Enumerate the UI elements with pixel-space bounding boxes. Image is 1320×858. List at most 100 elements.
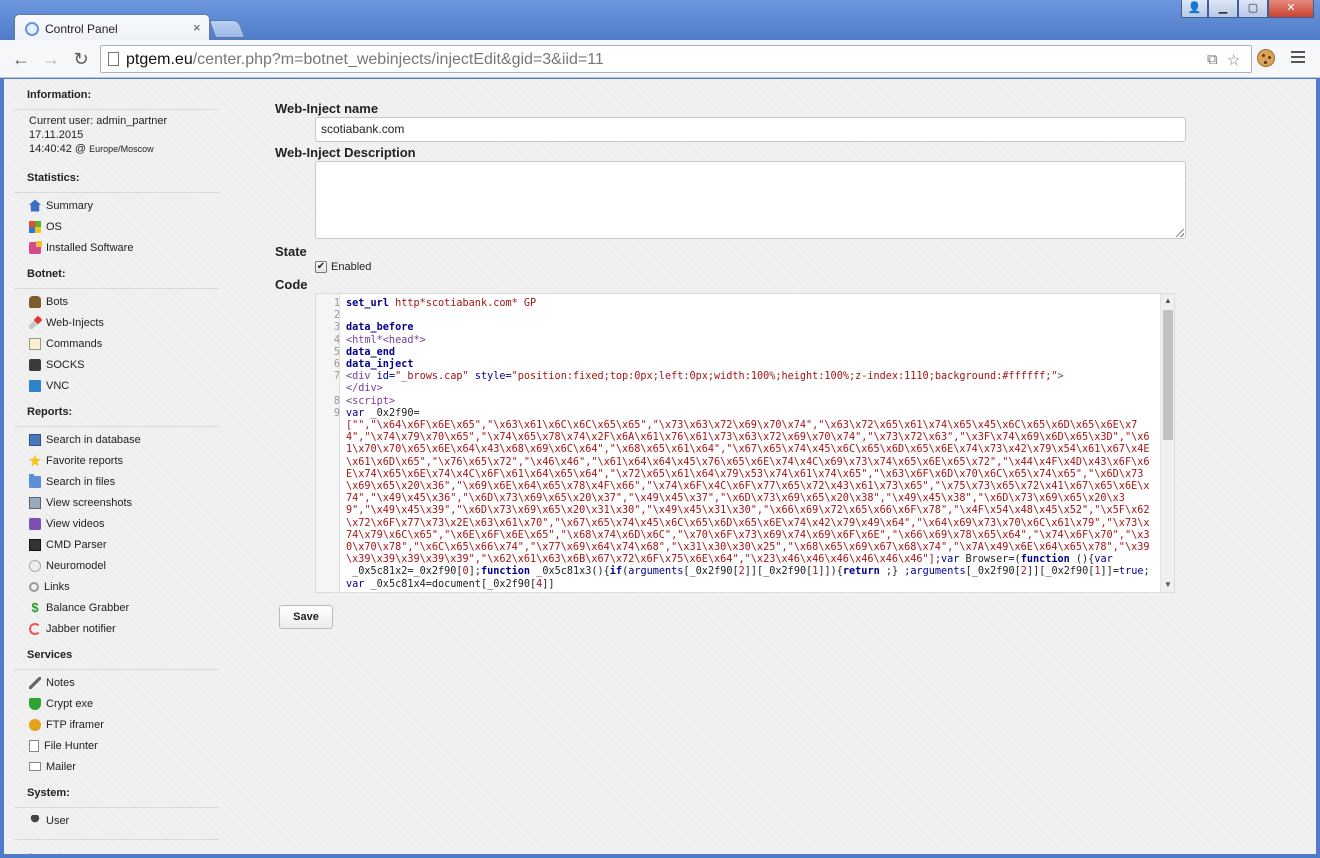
web-inject-description-label: Web-Inject Description <box>275 145 416 160</box>
code-token: var <box>346 407 365 419</box>
sidebar-item-label: Neuromodel <box>46 559 106 572</box>
back-arrow-icon[interactable]: ← <box>10 48 32 70</box>
sidebar-item-neuromodel[interactable]: Neuromodel <box>14 555 219 576</box>
sidebar-item-view-screenshots[interactable]: View screenshots <box>14 492 219 513</box>
section-title-information: Information: <box>14 79 219 110</box>
sidebar-item-label: Links <box>44 580 70 593</box>
code-token: if <box>609 566 623 578</box>
code-token: ]] <box>542 578 555 590</box>
code-token: ;} ; <box>879 566 911 578</box>
sidebar-item-socks[interactable]: SOCKS <box>14 354 219 375</box>
neuromodel-icon <box>29 559 41 572</box>
scrollbar-thumb[interactable] <box>1163 310 1173 440</box>
code-token: function <box>1020 554 1070 566</box>
sidebar-item-label: Search in database <box>46 433 141 446</box>
resize-grip-icon[interactable] <box>1176 229 1184 237</box>
sidebar-item-ftp-iframer[interactable]: FTP iframer <box>14 714 219 735</box>
code-token: (){ <box>1069 554 1095 566</box>
scroll-down-arrow-icon[interactable]: ▼ <box>1161 578 1174 592</box>
sidebar-item-os[interactable]: OS <box>14 216 219 237</box>
code-token: </div> <box>346 383 383 395</box>
code-scrollbar[interactable]: ▲ ▼ <box>1160 294 1174 592</box>
browser-tab[interactable]: Control Panel × <box>14 14 210 42</box>
sidebar-item-label: Commands <box>46 337 103 350</box>
code-area[interactable]: 1 set_url http*scotiabank.com* GP 2 3 data… <box>334 298 1152 591</box>
sidebar-item-commands[interactable]: Commands <box>14 333 219 354</box>
sidebar-item-favorite-reports[interactable]: Favorite reports <box>14 450 219 471</box>
code-line: 6 data_inject <box>334 359 1152 371</box>
section-title-statistics: Statistics: <box>14 162 219 193</box>
code-token: set_url <box>346 298 389 309</box>
sidebar-item-search-database[interactable]: Search in database <box>14 429 219 450</box>
ftp-icon <box>29 718 41 731</box>
sidebar-item-user[interactable]: User <box>14 810 219 831</box>
folder-icon <box>29 473 41 488</box>
web-inject-description-textarea[interactable] <box>315 161 1186 239</box>
sidebar-item-web-injects[interactable]: Web-Injects <box>14 312 219 333</box>
scroll-up-arrow-icon[interactable]: ▲ <box>1161 294 1174 308</box>
code-line: 9 var _0x2f90= ["","\x64\x6F\x6E\x65","\x6… <box>334 407 1152 591</box>
mail-icon <box>29 762 41 771</box>
cookie-extension-icon[interactable] <box>1257 49 1275 67</box>
minimize-button[interactable]: ▁ <box>1208 0 1238 18</box>
browser-titlebar: Control Panel × 👤 ▁ ▢ ✕ <box>0 0 1320 42</box>
new-tab-button[interactable] <box>208 20 246 38</box>
chrome-menu-icon[interactable] <box>1291 51 1305 65</box>
sidebar-item-cmd-parser[interactable]: CMD Parser <box>14 534 219 555</box>
url-text[interactable]: ptgem.eu/center.php?m=botnet_webinjects/… <box>126 51 604 69</box>
maximize-button[interactable]: ▢ <box>1238 0 1268 18</box>
code-token: data_before <box>346 322 414 334</box>
file-icon <box>29 739 39 752</box>
translate-icon[interactable]: ⧉ <box>1207 51 1218 68</box>
close-window-button[interactable]: ✕ <box>1268 0 1314 18</box>
sidebar-item-label: View videos <box>46 517 105 530</box>
enabled-checkbox[interactable]: ✔ <box>315 261 327 273</box>
tab-close-icon[interactable]: × <box>193 21 201 35</box>
code-token: ]; <box>468 566 481 578</box>
sidebar-item-summary[interactable]: Summary <box>14 195 219 216</box>
sidebar-item-bots[interactable]: Bots <box>14 291 219 312</box>
bookmark-star-icon[interactable]: ☆ <box>1227 51 1240 69</box>
sidebar-item-links[interactable]: Links <box>14 576 219 597</box>
code-token: Browser=( <box>959 554 1021 566</box>
jabber-icon <box>29 622 41 635</box>
line-number: 2 <box>333 310 340 322</box>
sidebar-item-crypt-exe[interactable]: Crypt exe <box>14 693 219 714</box>
socks-icon <box>29 358 41 371</box>
code-line: 4 <html*<head*> <box>334 335 1152 347</box>
sidebar-item-notes[interactable]: Notes <box>14 672 219 693</box>
sidebar-item-vnc[interactable]: VNC <box>14 375 219 396</box>
sidebar-item-view-videos[interactable]: View videos <box>14 513 219 534</box>
code-token: data_inject <box>346 359 414 371</box>
reports-nav: Search in database Favorite reports Sear… <box>14 427 219 639</box>
code-line: 2 <box>334 310 1152 322</box>
sidebar-item-file-hunter[interactable]: File Hunter <box>14 735 219 756</box>
system-nav: User <box>14 808 219 831</box>
section-title-botnet: Botnet: <box>14 258 219 289</box>
url-path: /center.php?m=botnet_webinjects/injectEd… <box>192 51 604 68</box>
video-icon <box>29 517 41 530</box>
line-number: 1 <box>333 298 340 309</box>
sidebar-item-label: Installed Software <box>46 241 134 254</box>
code-token: style= <box>468 371 512 383</box>
sidebar-item-label: Mailer <box>46 760 76 773</box>
code-token: ]]= <box>1100 566 1119 578</box>
line-number: 4 <box>333 334 340 346</box>
section-title-system: System: <box>14 777 219 808</box>
profile-icon[interactable]: 👤 <box>1181 0 1208 18</box>
sidebar-item-label: FTP iframer <box>46 718 104 731</box>
sidebar-item-balance-grabber[interactable]: $ Balance Grabber <box>14 597 219 618</box>
tab-title: Control Panel <box>45 22 118 36</box>
address-bar[interactable]: ptgem.eu/center.php?m=botnet_webinjects/… <box>100 45 1252 73</box>
sidebar-item-search-files[interactable]: Search in files <box>14 471 219 492</box>
sidebar-item-jabber-notifier[interactable]: Jabber notifier <box>14 618 219 639</box>
forward-arrow-icon[interactable]: → <box>40 48 62 70</box>
sidebar-item-installed-software[interactable]: Installed Software <box>14 237 219 258</box>
reload-icon[interactable]: ↻ <box>70 48 92 70</box>
save-button[interactable]: Save <box>279 605 333 629</box>
sidebar-item-mailer[interactable]: Mailer <box>14 756 219 777</box>
web-inject-name-input[interactable]: scotiabank.com <box>315 117 1186 142</box>
code-editor[interactable]: 1 set_url http*scotiabank.com* GP 2 3 data… <box>315 293 1175 593</box>
code-token: id= <box>376 371 396 383</box>
sidebar-item-label: SOCKS <box>46 358 85 371</box>
